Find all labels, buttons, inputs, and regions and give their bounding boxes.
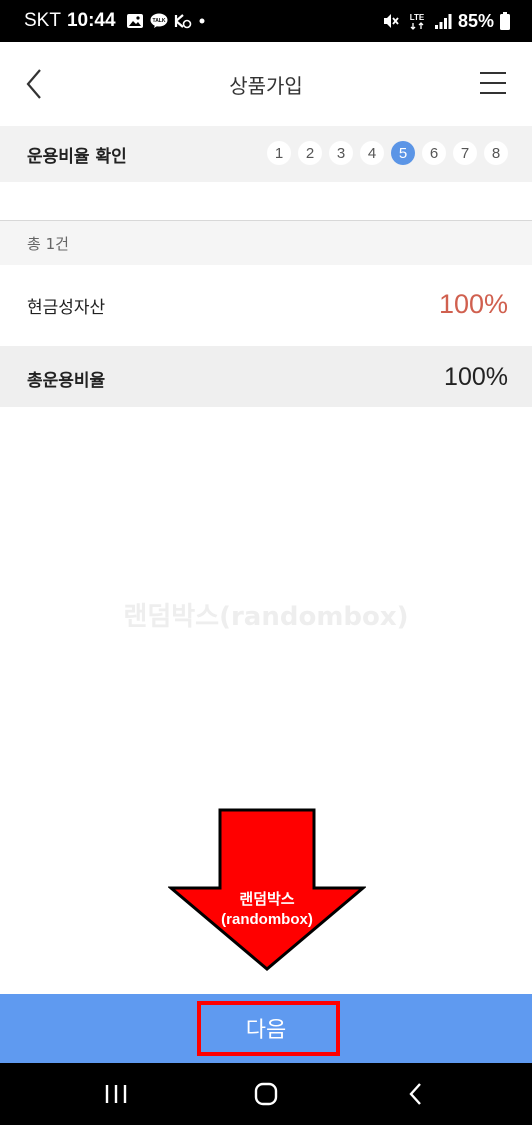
step-4: 4 [360,141,384,165]
summary-bar: 총 1건 [0,221,532,265]
step-5-active: 5 [391,141,415,165]
recent-apps-icon [105,1085,127,1103]
asset-label: 현금성자산 [27,298,106,318]
status-bar: SKT 10:44 TALK LTE 85% [0,0,532,42]
talk-icon: TALK [150,13,168,28]
battery-icon [500,12,510,30]
total-row: 총운용비율 100% [0,346,532,407]
step-label: 운용비율 확인 [27,147,127,167]
hamburger-menu-icon [480,72,506,94]
image-icon [126,14,143,28]
overlay-line-2: (randombox) [221,911,313,928]
key-icon [174,14,191,29]
step-8: 8 [484,141,508,165]
step-3: 3 [329,141,353,165]
system-nav-bar [0,1063,532,1125]
watermark: 랜덤박스(randombox) [123,602,409,632]
total-label: 총운용비율 [27,371,106,391]
highlight-box [197,1001,340,1056]
step-bar: 운용비율 확인 1 2 3 4 5 6 7 8 [0,126,532,182]
asset-value: 100% [438,289,508,319]
back-icon [409,1083,421,1105]
step-indicator: 1 2 3 4 5 6 7 8 [267,141,508,165]
signal-icon [434,14,452,29]
page-title: 상품가입 [229,74,303,98]
carrier-name: SKT [24,10,61,31]
svg-text:LTE: LTE [410,13,425,22]
step-7: 7 [453,141,477,165]
home-button[interactable] [241,1077,291,1111]
battery-percent: 85% [457,10,494,31]
home-icon [254,1082,278,1106]
allocation-row: 현금성자산 100% [0,265,532,346]
step-1: 1 [267,141,291,165]
total-value: 100% [444,363,508,391]
step-6: 6 [422,141,446,165]
dot-icon [199,18,205,24]
lte-icon: LTE [410,13,425,30]
page-header: 상품가입 [0,42,532,126]
overlay-caption: 랜덤박스 (randombox) [168,890,366,930]
svg-text:TALK: TALK [152,18,165,24]
recent-apps-button[interactable] [91,1077,141,1111]
menu-button[interactable] [474,64,514,104]
item-count: 총 1건 [27,235,69,253]
overlay-line-1: 랜덤박스 [239,891,295,908]
status-time: 10:44 [66,10,116,31]
mute-icon [383,14,399,28]
step-2: 2 [298,141,322,165]
back-nav-button[interactable] [391,1077,441,1111]
